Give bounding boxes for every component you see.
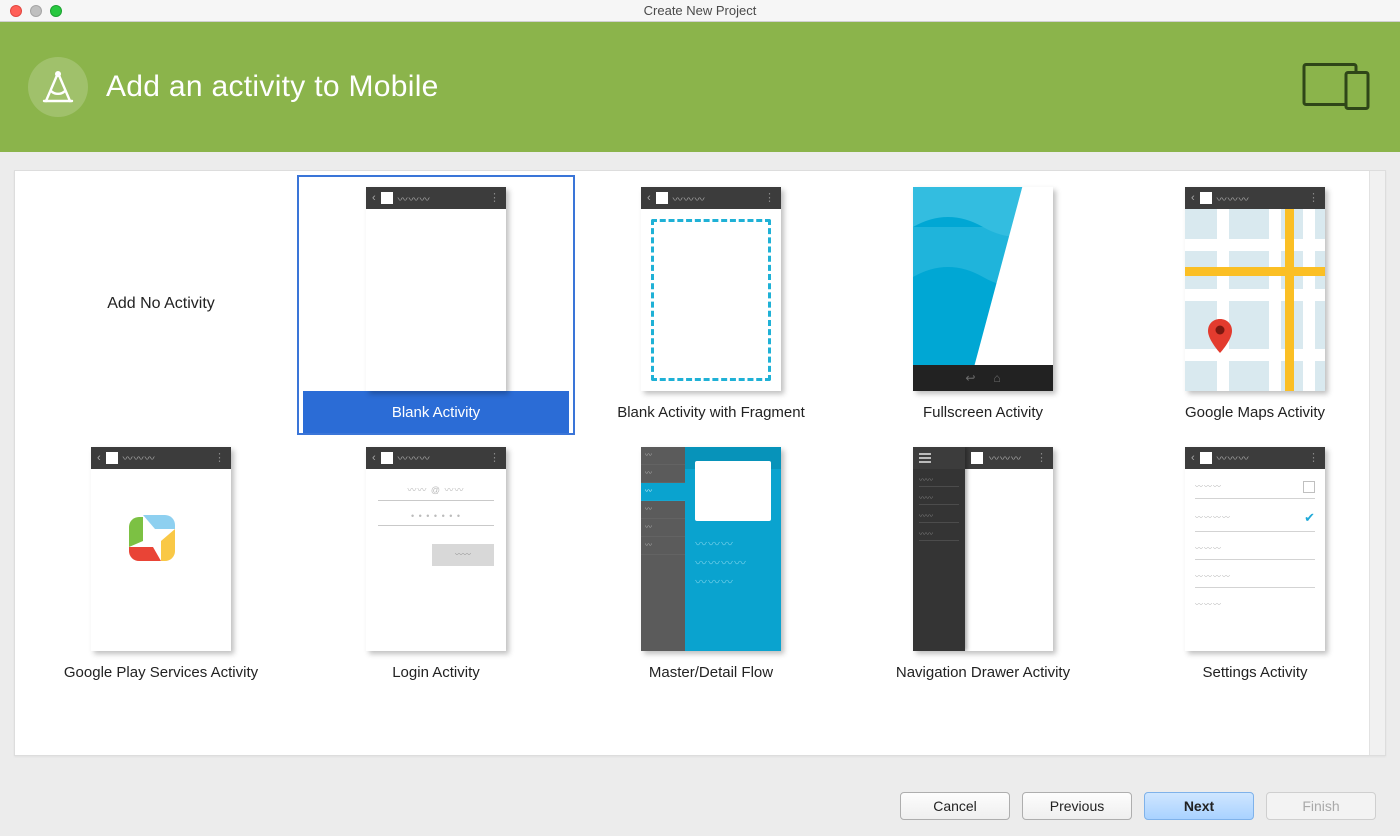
activity-preview-icon: ‹〰〰〰⋮ 〰〰〰 〰〰〰〰✔ 〰〰〰 〰〰〰〰 〰〰〰 — [1185, 447, 1325, 651]
activity-preview-icon: 〰〰〰⋮〰〰〰〰〰〰〰〰 — [913, 447, 1053, 651]
activity-option-login[interactable]: ‹〰〰〰⋮〰〰 @ 〰〰• • • • • • •〰〰 Login Activi… — [297, 435, 575, 695]
activity-option-fragment[interactable]: ‹〰〰〰⋮ Blank Activity with Fragment — [575, 175, 847, 435]
activity-option-navdrawer[interactable]: 〰〰〰⋮〰〰〰〰〰〰〰〰 Navigation Drawer Activity — [847, 435, 1119, 695]
activity-option-play[interactable]: ‹〰〰〰⋮ Google Play Services Activity — [25, 435, 297, 695]
cancel-button[interactable]: Cancel — [900, 792, 1010, 820]
window-titlebar: Create New Project — [0, 0, 1400, 22]
activity-label: Master/Detail Flow — [581, 651, 841, 693]
device-form-factor-icon — [1302, 59, 1372, 116]
activity-option-blank[interactable]: ‹〰〰〰⋮ Blank Activity — [297, 175, 575, 435]
activity-option-fullscreen[interactable]: ⤢↩⌂‹〰〰〰⋮ Fullscreen Activity — [847, 175, 1119, 435]
finish-button: Finish — [1266, 792, 1376, 820]
activity-grid-scroll[interactable]: Add No Activity‹〰〰〰⋮ Blank Activity‹〰〰〰⋮… — [15, 171, 1369, 755]
activity-label: Login Activity — [306, 651, 566, 693]
activity-option-settings[interactable]: ‹〰〰〰⋮ 〰〰〰 〰〰〰〰✔ 〰〰〰 〰〰〰〰 〰〰〰 Settings Ac… — [1119, 435, 1369, 695]
activity-label: Add No Activity — [31, 294, 291, 325]
activity-chooser-panel: Add No Activity‹〰〰〰⋮ Blank Activity‹〰〰〰⋮… — [14, 170, 1386, 756]
window-title: Create New Project — [0, 3, 1400, 18]
activity-preview-icon: ‹〰〰〰⋮〰〰 @ 〰〰• • • • • • •〰〰 — [366, 447, 506, 651]
activity-label: Google Play Services Activity — [31, 651, 291, 693]
activity-preview-icon: ‹〰〰〰⋮ — [366, 187, 506, 391]
activity-option-masterdetail[interactable]: 〰〰〰〰〰〰〰〰〰〰〰〰〰〰〰〰 Master/Detail Flow — [575, 435, 847, 695]
wizard-heading: Add an activity to Mobile — [106, 70, 439, 104]
activity-label: Settings Activity — [1125, 651, 1369, 693]
activity-preview-icon: ‹〰〰〰⋮ — [641, 187, 781, 391]
wizard-footer: Cancel Previous Next Finish — [900, 792, 1376, 820]
activity-label: Blank Activity — [303, 391, 569, 433]
wizard-header: Add an activity to Mobile — [0, 22, 1400, 152]
next-button[interactable]: Next — [1144, 792, 1254, 820]
activity-preview-icon: ‹〰〰〰⋮ — [91, 447, 231, 651]
activity-preview-icon: ‹〰〰〰⋮ — [1185, 187, 1325, 391]
activity-grid: Add No Activity‹〰〰〰⋮ Blank Activity‹〰〰〰⋮… — [25, 175, 1359, 694]
activity-label: Fullscreen Activity — [853, 391, 1113, 433]
android-studio-logo-icon — [28, 57, 88, 117]
activity-preview-icon: 〰〰〰〰〰〰〰〰〰〰〰〰〰〰〰〰 — [641, 447, 781, 651]
activity-option-none[interactable]: Add No Activity — [25, 175, 297, 435]
activity-label: Blank Activity with Fragment — [581, 391, 841, 433]
vertical-scrollbar[interactable] — [1369, 171, 1385, 755]
activity-preview-icon: ⤢↩⌂‹〰〰〰⋮ — [913, 187, 1053, 391]
activity-label: Navigation Drawer Activity — [853, 651, 1113, 693]
activity-label: Google Maps Activity — [1125, 391, 1369, 433]
activity-option-maps[interactable]: ‹〰〰〰⋮ Google Maps Activity — [1119, 175, 1369, 435]
previous-button[interactable]: Previous — [1022, 792, 1132, 820]
